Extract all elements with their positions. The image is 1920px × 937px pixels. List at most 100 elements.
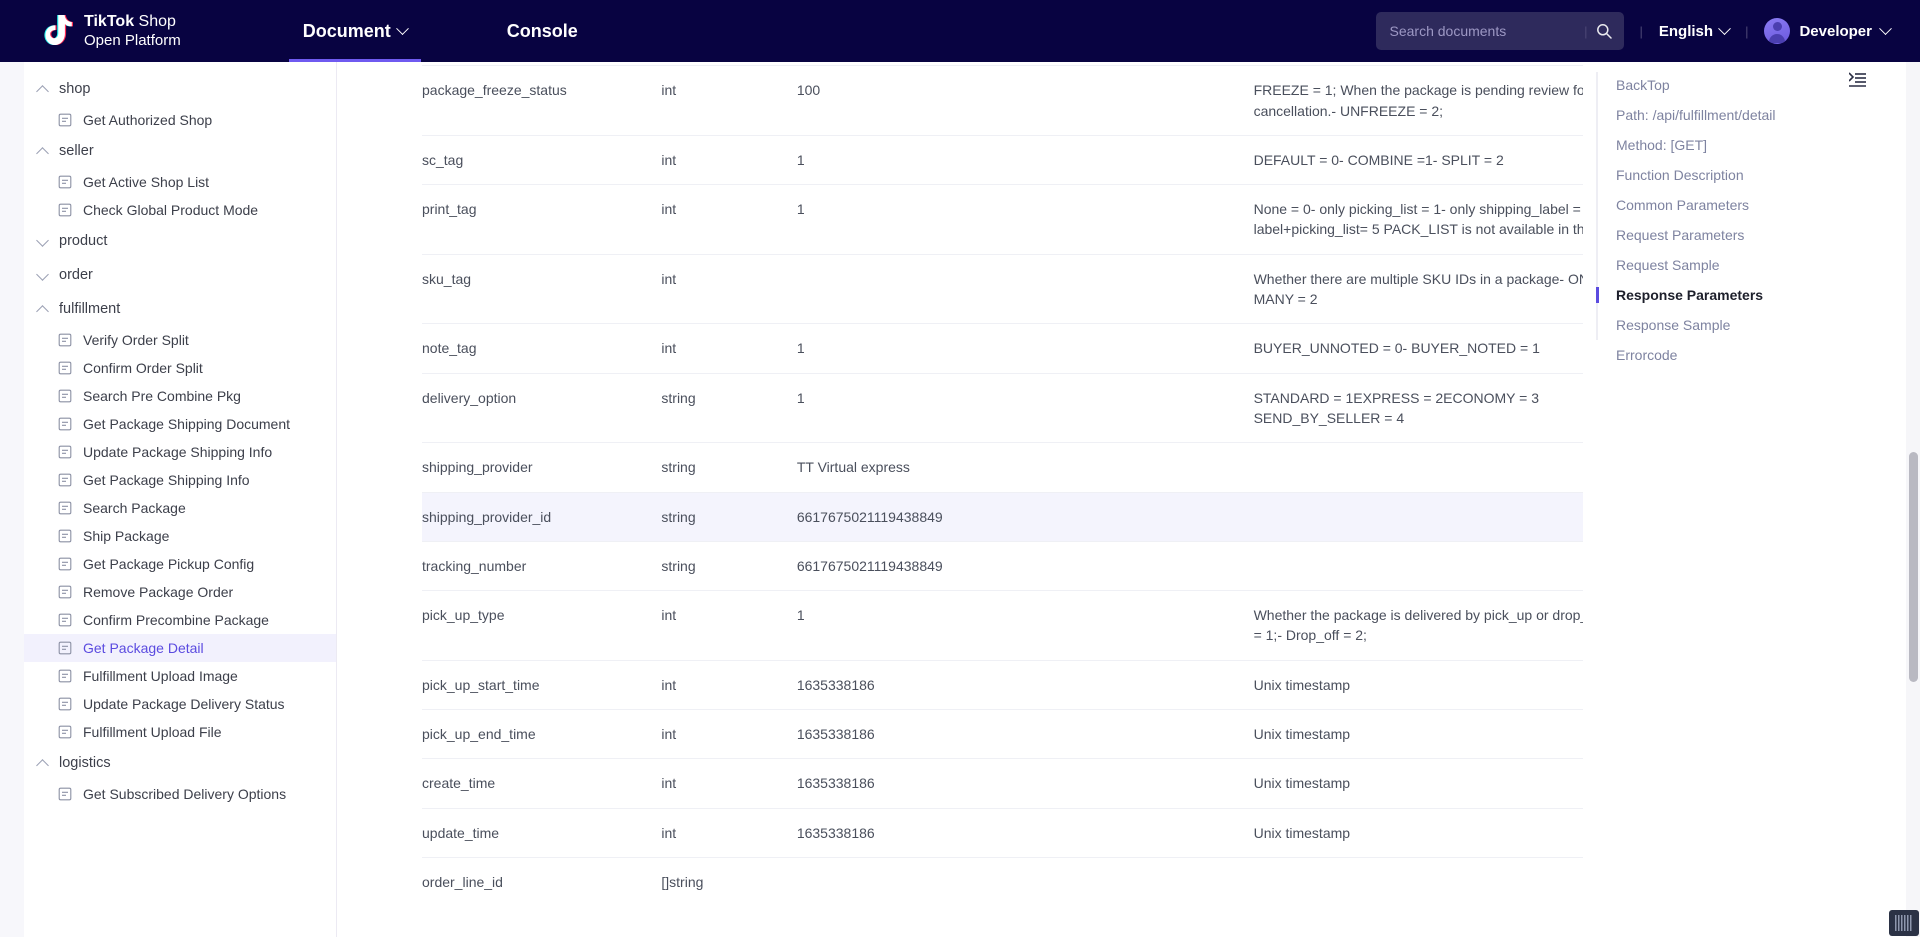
sidebar-item-update-package-shipping-info[interactable]: Update Package Shipping Info bbox=[0, 438, 336, 466]
brand-logo[interactable]: TikTok Shop Open Platform bbox=[42, 13, 181, 50]
document-icon bbox=[58, 585, 72, 599]
param-name: shipping_provider_id bbox=[422, 491, 662, 542]
taskbar-badge-icon bbox=[1889, 910, 1919, 936]
sidebar-item-get-package-shipping-document[interactable]: Get Package Shipping Document bbox=[0, 410, 336, 438]
sidebar-item-search-package[interactable]: Search Package bbox=[0, 494, 336, 522]
nav-label-console: Console bbox=[506, 20, 578, 41]
toc-item-request-parameters[interactable]: Request Parameters bbox=[1583, 220, 1920, 250]
document-icon bbox=[58, 529, 72, 543]
sidebar-item-get-package-pickup-config[interactable]: Get Package Pickup Config bbox=[0, 550, 336, 578]
sidebar-item-ship-package[interactable]: Ship Package bbox=[0, 522, 336, 550]
sidebar-item-label: Verify Order Split bbox=[83, 332, 189, 348]
sidebar-item-label: Fulfillment Upload Image bbox=[83, 668, 238, 684]
sidebar-item-label: Get Package Pickup Config bbox=[83, 556, 255, 572]
document-icon bbox=[58, 473, 72, 487]
sidebar-item-get-package-detail[interactable]: Get Package Detail bbox=[0, 634, 336, 662]
search-box[interactable]: | bbox=[1375, 12, 1624, 50]
sidebar-group-seller[interactable]: seller bbox=[0, 134, 336, 168]
sidebar-item-label: Confirm Order Split bbox=[83, 360, 203, 376]
document-icon bbox=[58, 641, 72, 655]
sidebar-item-verify-order-split[interactable]: Verify Order Split bbox=[0, 326, 336, 354]
user-menu[interactable]: Developer bbox=[1764, 18, 1892, 44]
nav-label-document: Document bbox=[302, 20, 391, 41]
table-row: create_time int 1635338186 Unix timestamp bbox=[422, 758, 1583, 809]
toc-item-common-parameters[interactable]: Common Parameters bbox=[1583, 190, 1920, 220]
toc-item-label: Function Description bbox=[1616, 167, 1744, 183]
toc-item-response-sample[interactable]: Response Sample bbox=[1583, 310, 1920, 340]
table-row: update_time int 1635338186 Unix timestamp bbox=[422, 807, 1583, 858]
sidebar-item-confirm-precombine-package[interactable]: Confirm Precombine Package bbox=[0, 606, 336, 634]
sidebar-group-fulfillment[interactable]: fulfillment bbox=[0, 292, 336, 326]
brand-tiktok: TikTok bbox=[84, 12, 135, 30]
sidebar-item-get-subscribed-delivery-options[interactable]: Get Subscribed Delivery Options bbox=[0, 780, 336, 808]
toc-item-errorcode[interactable]: Errorcode bbox=[1583, 340, 1920, 370]
sidebar-item-label: Confirm Precombine Package bbox=[83, 612, 269, 628]
toc-item-method-get[interactable]: Method: [GET] bbox=[1583, 130, 1920, 160]
toc-item-label: Request Sample bbox=[1616, 257, 1720, 273]
toc-item-function-description[interactable]: Function Description bbox=[1583, 160, 1920, 190]
sidebar-group-product[interactable]: product bbox=[0, 224, 336, 258]
param-description: BUYER_UNNOTED = 0- BUYER_NOTED = 1 bbox=[1253, 323, 1583, 374]
param-value: 1 bbox=[796, 372, 1254, 443]
sidebar-group-label: logistics bbox=[59, 755, 111, 771]
param-description: FREEZE = 1; When the package is pending … bbox=[1253, 65, 1583, 136]
sidebar-item-get-authorized-shop[interactable]: Get Authorized Shop bbox=[0, 106, 336, 134]
page-scrollbar-track[interactable] bbox=[1906, 62, 1920, 937]
param-value: TT Virtual express bbox=[796, 442, 1254, 493]
param-type: []string bbox=[661, 856, 797, 907]
toc-item-request-sample[interactable]: Request Sample bbox=[1583, 250, 1920, 280]
table-row: print_tag int 1 None = 0- only picking_list… bbox=[422, 184, 1583, 255]
toc-item-path-api-fulfillment-detail[interactable]: Path: /api/fulfillment/detail bbox=[1583, 100, 1920, 130]
search-input[interactable] bbox=[1389, 23, 1585, 39]
document-icon bbox=[58, 787, 72, 801]
sidebar-item-fulfillment-upload-file[interactable]: Fulfillment Upload File bbox=[0, 718, 336, 746]
toc-item-label: Errorcode bbox=[1616, 347, 1678, 363]
param-value bbox=[796, 253, 1254, 324]
page-scrollbar-thumb[interactable] bbox=[1909, 452, 1918, 682]
response-parameters-table: usD = 3;package_freeze_statusint100FREEZ… bbox=[422, 62, 1583, 907]
search-icon[interactable] bbox=[1596, 23, 1612, 39]
sidebar-item-get-active-shop-list[interactable]: Get Active Shop List bbox=[0, 168, 336, 196]
sidebar-item-update-package-delivery-status[interactable]: Update Package Delivery Status bbox=[0, 690, 336, 718]
document-icon bbox=[58, 361, 72, 375]
sidebar-item-confirm-order-split[interactable]: Confirm Order Split bbox=[0, 354, 336, 382]
param-type: int bbox=[661, 134, 797, 185]
brand-open-platform: Open Platform bbox=[84, 31, 181, 49]
sidebar-item-label: Fulfillment Upload File bbox=[83, 724, 222, 740]
language-selector[interactable]: English bbox=[1659, 21, 1731, 40]
param-type: int bbox=[661, 323, 797, 374]
document-icon bbox=[58, 389, 72, 403]
param-type: string bbox=[661, 372, 797, 443]
toc-item-response-parameters[interactable]: Response Parameters bbox=[1583, 280, 1920, 310]
sidebar-group-shop[interactable]: shop bbox=[0, 72, 336, 106]
sidebar-item-fulfillment-upload-image[interactable]: Fulfillment Upload Image bbox=[0, 662, 336, 690]
sidebar-item-check-global-product-mode[interactable]: Check Global Product Mode bbox=[0, 196, 336, 224]
param-description: Whether the package is delivered by pick… bbox=[1253, 590, 1583, 661]
table-row: package_freeze_status int 100 FREEZE = 1; W… bbox=[422, 65, 1583, 136]
sidebar-group-order[interactable]: order bbox=[0, 258, 336, 292]
table-row: tracking_number string 6617675021119438849 bbox=[422, 540, 1583, 591]
param-description bbox=[1253, 540, 1583, 591]
nav-item-document[interactable]: Document bbox=[288, 0, 421, 62]
param-name: pick_up_end_time bbox=[422, 709, 662, 759]
document-icon bbox=[58, 501, 72, 515]
sidebar-rail bbox=[0, 62, 24, 937]
param-description: None = 0- only picking_list = 1- only sh… bbox=[1253, 184, 1583, 255]
nav-item-console[interactable]: Console bbox=[505, 0, 580, 62]
sidebar-group-logistics[interactable]: logistics bbox=[0, 746, 336, 780]
sidebar-item-get-package-shipping-info[interactable]: Get Package Shipping Info bbox=[0, 466, 336, 494]
document-icon bbox=[58, 725, 72, 739]
chevron-up-icon bbox=[38, 304, 49, 315]
param-value: 1 bbox=[796, 134, 1254, 185]
brand-shop: Shop bbox=[134, 12, 176, 30]
param-name: note_tag bbox=[422, 323, 662, 374]
sidebar-item-label: Get Package Shipping Info bbox=[83, 472, 250, 488]
param-value: 1635338186 bbox=[796, 659, 1254, 710]
param-value: 1 bbox=[796, 323, 1254, 374]
toc-item-backtop[interactable]: BackTop bbox=[1583, 70, 1920, 100]
sidebar-item-search-pre-combine-pkg[interactable]: Search Pre Combine Pkg bbox=[0, 382, 336, 410]
document-icon bbox=[58, 203, 72, 217]
param-type: int bbox=[661, 253, 797, 324]
main-nav: Document Console bbox=[288, 0, 580, 62]
sidebar-item-remove-package-order[interactable]: Remove Package Order bbox=[0, 578, 336, 606]
